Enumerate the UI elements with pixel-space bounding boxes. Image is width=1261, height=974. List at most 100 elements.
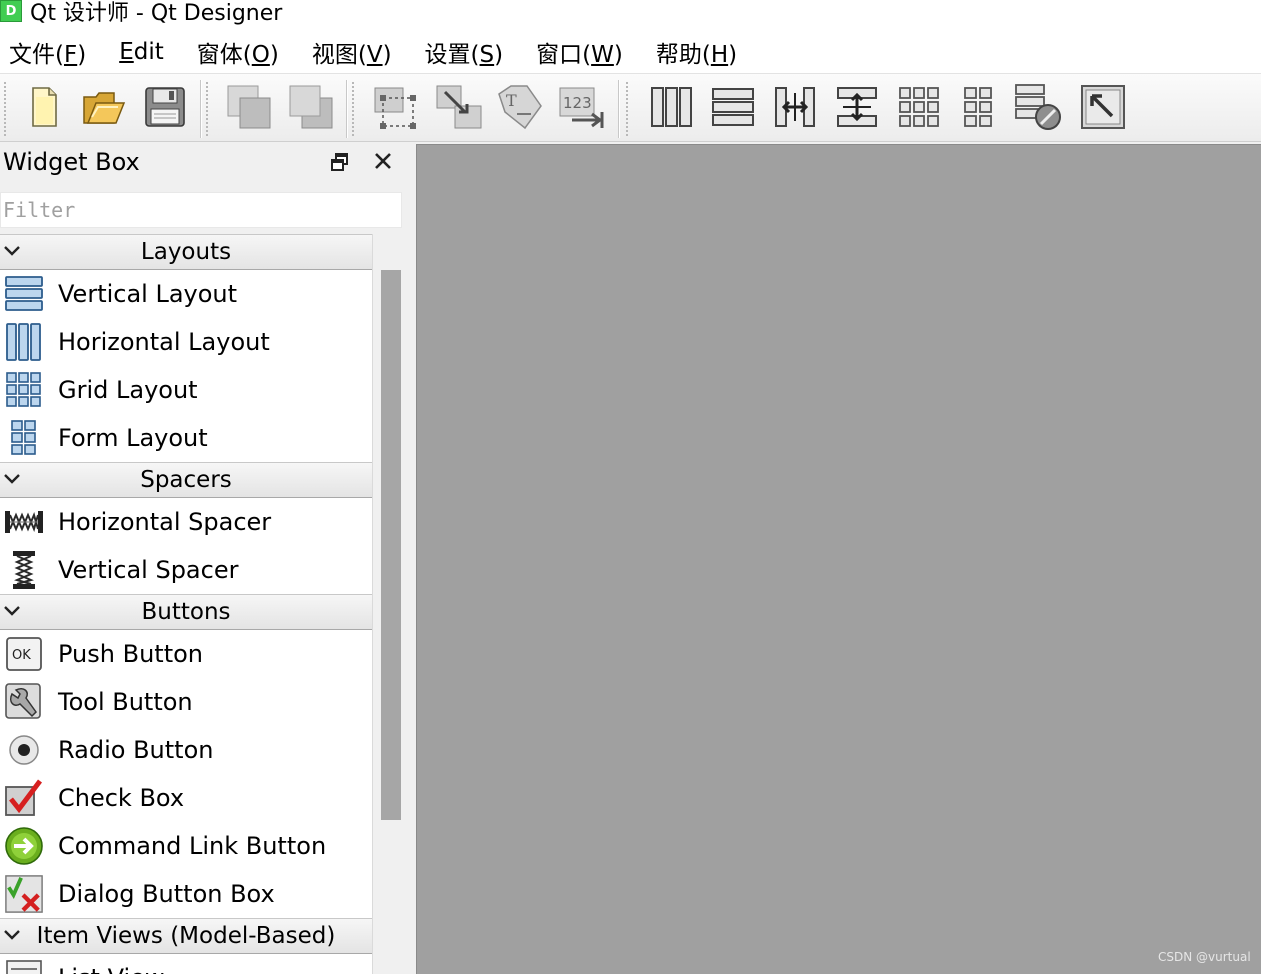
main-toolbar: T 123: [0, 74, 1261, 142]
widget-item[interactable]: List View: [0, 954, 372, 974]
widget-item[interactable]: Form Layout: [0, 414, 372, 462]
radio-button-icon: [4, 730, 44, 770]
toolbar-separator: [346, 80, 348, 138]
widget-item[interactable]: Check Box: [0, 774, 372, 822]
widget-item[interactable]: Dialog Button Box: [0, 870, 372, 918]
lay-out-vertically-button[interactable]: [710, 86, 756, 132]
menu-bar: 文件(F) Edit 窗体(O) 视图(V) 设置(S) 窗口(W) 帮助(H): [0, 30, 1261, 74]
title-bar: D Qt 设计师 - Qt Designer: [0, 0, 1261, 30]
lay-out-horizontally-button[interactable]: [648, 86, 694, 132]
menu-item-4[interactable]: 设置(S): [416, 35, 504, 69]
lay-out-horizontally-icon: [649, 85, 693, 133]
widget-item[interactable]: Radio Button: [0, 726, 372, 774]
menu-item-text: H: [710, 41, 729, 68]
chevron-down-icon[interactable]: [2, 469, 22, 489]
save-icon: [143, 85, 187, 133]
category-label: Spacers: [140, 467, 232, 493]
window-title: Qt 设计师 - Qt Designer: [30, 1, 283, 26]
edit-signals-slots-button[interactable]: [436, 85, 482, 132]
lay-out-grid-icon: [897, 85, 941, 133]
widget-item-label: Grid Layout: [58, 376, 198, 404]
horizontal-splitter-button[interactable]: [772, 86, 818, 132]
menu-item-1[interactable]: Edit: [110, 39, 164, 65]
check-box-icon: [4, 778, 44, 818]
qt-designer-window: D Qt 设计师 - Qt Designer 文件(F) Edit 窗体(O) 视图(…: [0, 0, 1261, 974]
bring-to-front-button[interactable]: [288, 85, 334, 132]
svg-text:OK: OK: [12, 648, 31, 663]
widget-item[interactable]: Horizontal Spacer: [0, 498, 372, 546]
widget-box-dock: Widget Box Filter Layouts Vertical Layout…: [0, 142, 408, 974]
horizontal-spacer-icon: [4, 502, 44, 542]
widget-item-label: Vertical Layout: [58, 280, 238, 308]
menu-item-text: 窗体(: [196, 41, 252, 68]
close-dock-icon[interactable]: [372, 150, 394, 172]
dialog-button-box-icon: [4, 874, 44, 914]
chevron-down-icon[interactable]: [2, 601, 22, 621]
menu-item-3[interactable]: 视图(V): [303, 35, 392, 69]
menu-item-text: ): [382, 41, 392, 68]
vertical-splitter-button[interactable]: [834, 86, 880, 132]
edit-tab-order-button[interactable]: 123: [559, 86, 606, 132]
form-editor-area[interactable]: [416, 144, 1261, 974]
menu-item-2[interactable]: 窗体(O): [188, 35, 279, 69]
menu-item-text: 设置(: [424, 41, 480, 68]
chevron-down-icon[interactable]: [2, 241, 22, 261]
menu-item-text: dit: [133, 38, 164, 65]
open-folder-icon: [80, 85, 126, 133]
toolbar-grip[interactable]: [626, 82, 631, 136]
toolbar-separator: [200, 80, 202, 138]
float-dock-icon[interactable]: [330, 152, 350, 172]
lay-out-grid-button[interactable]: [896, 86, 942, 132]
widget-item-label: Command Link Button: [58, 832, 327, 860]
widget-filter-input[interactable]: Filter: [0, 192, 402, 228]
open-folder-button[interactable]: [80, 86, 126, 132]
menu-item-text: ): [77, 41, 87, 68]
lay-out-form-button[interactable]: [956, 86, 1002, 132]
form-layout-icon: [4, 418, 44, 458]
qt-designer-app-icon: D: [0, 0, 22, 22]
widget-item-label: Dialog Button Box: [58, 880, 275, 908]
widget-item-label: Check Box: [58, 784, 185, 812]
scrollbar-thumb[interactable]: [381, 270, 401, 820]
widget-item-label: Form Layout: [58, 424, 208, 452]
toolbar-grip[interactable]: [352, 82, 357, 136]
widget-box-title: Widget Box: [3, 148, 140, 176]
save-button[interactable]: [142, 86, 188, 132]
adjust-size-button[interactable]: [1080, 85, 1126, 132]
lay-out-vertically-icon: [711, 85, 755, 133]
send-to-back-button[interactable]: [226, 85, 272, 132]
widget-item[interactable]: Tool Button: [0, 678, 372, 726]
menu-item-text: ): [728, 41, 738, 68]
break-layout-button[interactable]: [1015, 84, 1062, 132]
chevron-down-icon[interactable]: [2, 925, 22, 945]
widget-item-label: Radio Button: [58, 736, 214, 764]
widget-item[interactable]: Grid Layout: [0, 366, 372, 414]
edit-buddies-button[interactable]: T: [498, 85, 544, 132]
menu-item-0[interactable]: 文件(F): [0, 35, 86, 69]
widget-item[interactable]: Horizontal Layout: [0, 318, 372, 366]
category-header[interactable]: Layouts: [0, 234, 372, 270]
widget-tree-scrollbar[interactable]: [372, 234, 408, 974]
menu-item-5[interactable]: 窗口(W): [527, 35, 623, 69]
menu-item-text: ): [494, 41, 504, 68]
widget-item-label: Horizontal Layout: [58, 328, 270, 356]
menu-item-6[interactable]: 帮助(H): [647, 35, 737, 69]
menu-item-text: W: [591, 41, 614, 68]
edit-widgets-button[interactable]: [374, 86, 420, 132]
lay-out-form-icon: [957, 85, 1001, 133]
category-header[interactable]: Spacers: [0, 462, 372, 498]
widget-item[interactable]: Command Link Button: [0, 822, 372, 870]
menu-item-text: ): [613, 41, 623, 68]
menu-item-text: E: [119, 38, 134, 65]
menu-item-text: F: [63, 41, 78, 68]
category-header[interactable]: Buttons: [0, 594, 372, 630]
new-file-button[interactable]: [20, 86, 66, 132]
category-header[interactable]: Item Views (Model-Based): [0, 918, 372, 954]
toolbar-grip[interactable]: [206, 82, 211, 136]
widget-item[interactable]: OK Push Button: [0, 630, 372, 678]
grid-layout-icon: [4, 370, 44, 410]
widget-item[interactable]: Vertical Layout: [0, 270, 372, 318]
widget-item[interactable]: Vertical Spacer: [0, 546, 372, 594]
menu-item-text: 窗口(: [536, 41, 592, 68]
toolbar-grip[interactable]: [4, 82, 9, 136]
